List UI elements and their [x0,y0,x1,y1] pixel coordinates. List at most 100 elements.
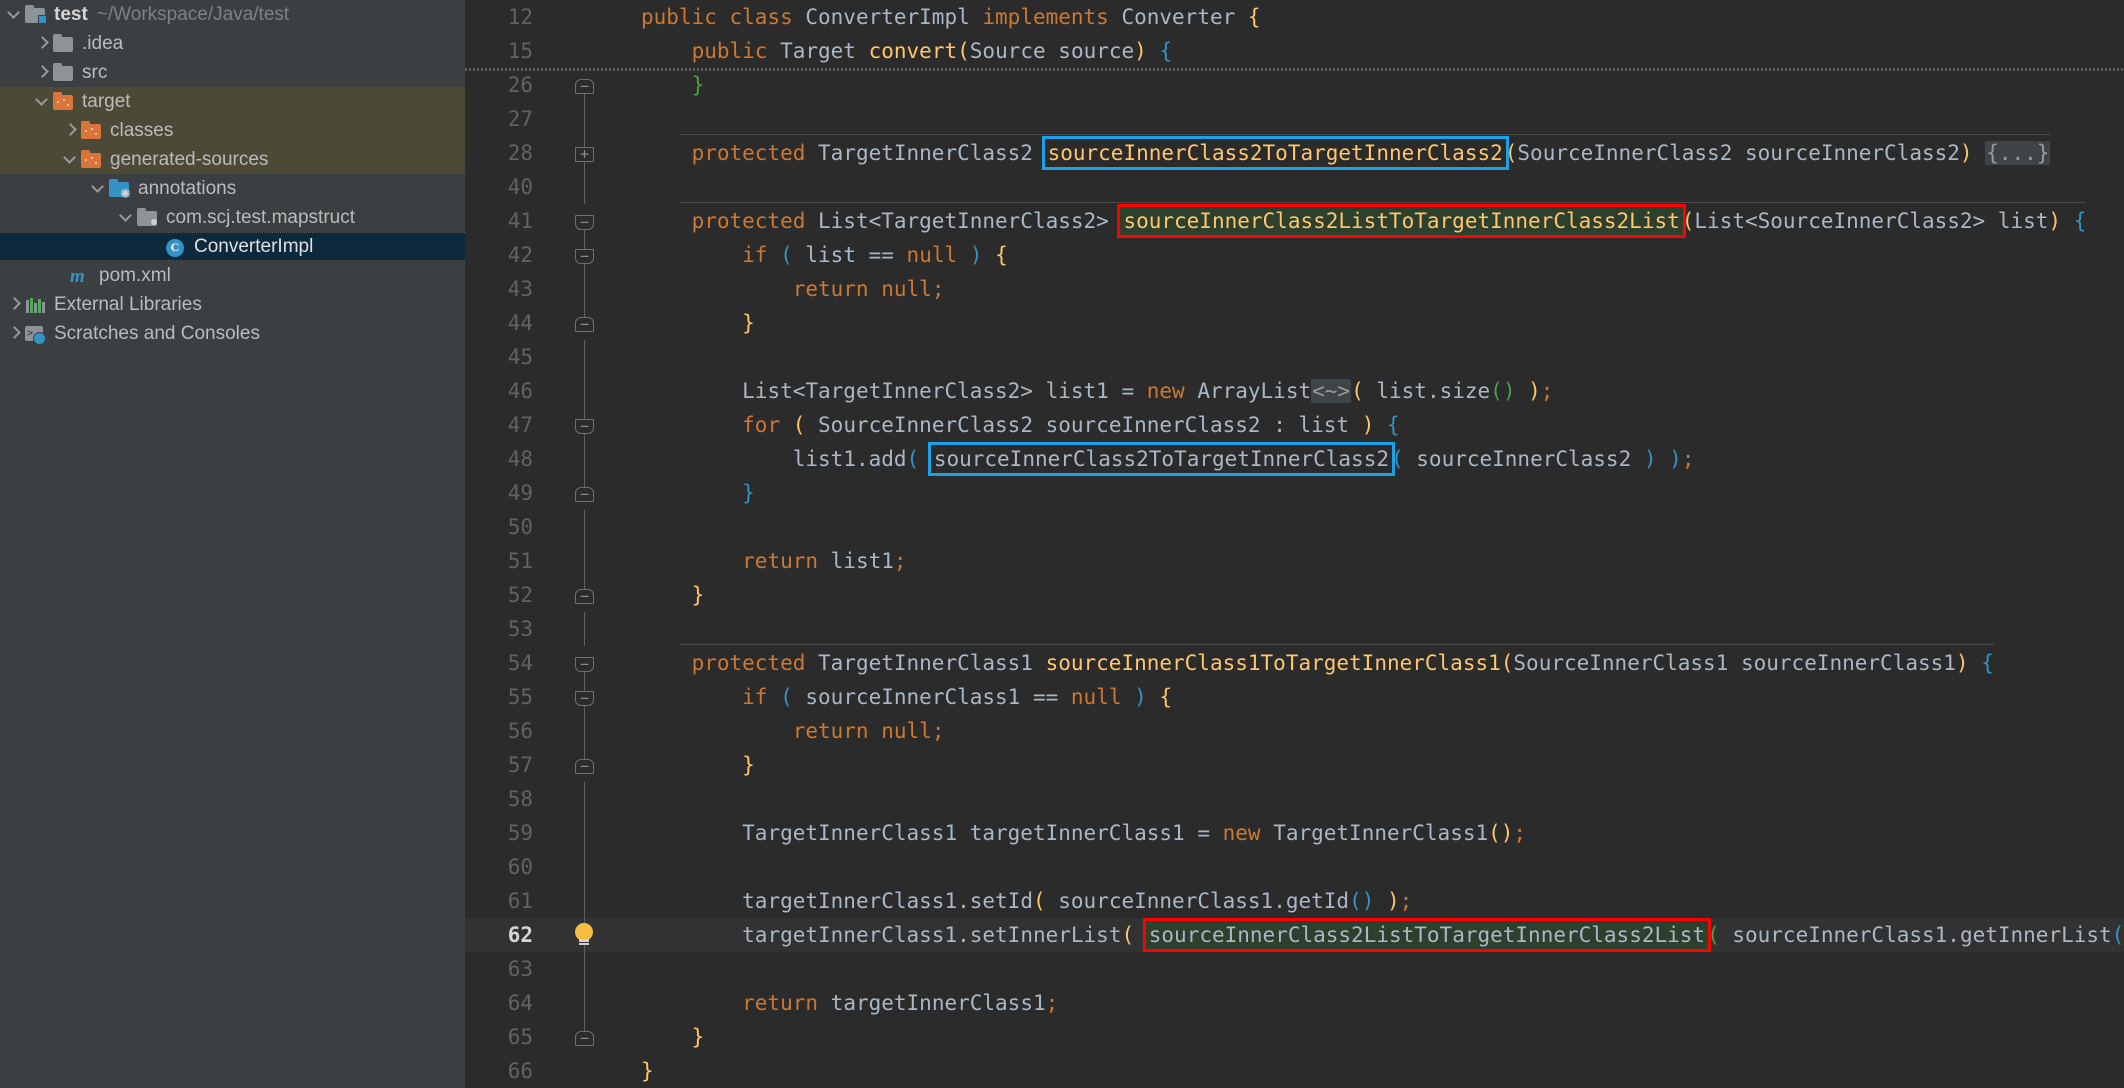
tree-item-external-libraries[interactable]: External Libraries [0,290,465,319]
chevron-down-icon[interactable] [118,209,135,226]
code-line[interactable]: 66 } [465,1054,2124,1088]
collapsed-diamond-chip[interactable]: <~> [1311,379,1352,403]
highlight-box-red-line62[interactable]: sourceInnerClass2ListToTargetInnerClass2… [1142,918,1712,952]
gutter[interactable] [547,374,625,408]
gutter[interactable] [547,442,625,476]
code-line[interactable]: 63 [465,952,2124,986]
fold-collapse-icon[interactable]: − [575,748,594,775]
fold-collapse-icon[interactable]: − [575,578,594,605]
gutter[interactable]: + [547,136,625,170]
gutter[interactable] [547,952,625,986]
code-line[interactable]: 65 − } [465,1020,2124,1054]
code-line[interactable]: 59 TargetInnerClass1 targetInnerClass1 =… [465,816,2124,850]
chevron-down-icon[interactable] [90,180,107,197]
gutter[interactable]: − [547,306,625,340]
project-tool-window[interactable]: test ~/Workspace/Java/test .idea src tar… [0,0,465,1088]
chevron-right-icon[interactable] [62,122,79,139]
collapsed-body-chip[interactable]: {...} [1985,141,2051,165]
gutter[interactable] [547,510,625,544]
code-line[interactable]: 45 [465,340,2124,374]
gutter[interactable]: − [547,646,625,688]
chevron-right-icon[interactable] [34,35,51,52]
code-line[interactable]: 43 return null; [465,272,2124,306]
fold-collapse-icon[interactable]: − [575,408,594,442]
fold-collapse-icon[interactable]: − [575,476,594,503]
fold-collapse-icon[interactable]: − [575,654,594,688]
code-line[interactable]: 26 − } [465,68,2124,110]
gutter[interactable] [547,272,625,306]
gutter[interactable] [547,340,625,374]
fold-collapse-icon[interactable]: − [575,212,594,246]
gutter[interactable]: − [547,1020,625,1054]
gutter[interactable] [547,544,625,578]
highlight-box-blue-line48[interactable]: sourceInnerClass2ToTargetInnerClass2 [927,442,1395,476]
tree-item-converterimpl[interactable]: C ConverterImpl [0,232,465,261]
gutter[interactable] [547,34,625,68]
code-line[interactable]: 28 + protected TargetInnerClass2 sourceI… [465,134,2124,170]
chevron-right-icon[interactable] [6,325,23,342]
code-line[interactable]: 46 List<TargetInnerClass2> list1 = new A… [465,374,2124,408]
code-line[interactable]: 64 return targetInnerClass1; [465,986,2124,1020]
gutter[interactable] [547,612,625,646]
code-line[interactable]: 48 list1.add( sourceInnerClass2ToTargetI… [465,442,2124,476]
gutter[interactable] [547,714,625,748]
fold-expand-icon[interactable]: + [575,136,594,170]
chevron-down-icon[interactable] [6,6,23,23]
code-line[interactable]: 27 [465,102,2124,136]
code-line[interactable]: 44 − } [465,306,2124,340]
gutter[interactable] [547,782,625,816]
tree-item-src[interactable]: src [0,58,465,87]
code-line[interactable]: 58 [465,782,2124,816]
fold-collapse-icon[interactable]: − [575,680,594,714]
code-line-caret[interactable]: 62 targetInnerClass1.setInnerList( sourc… [465,918,2124,952]
gutter[interactable] [547,102,625,136]
intention-bulb-icon[interactable] [571,923,597,949]
tree-item-classes[interactable]: classes [0,116,465,145]
gutter[interactable]: − [547,748,625,782]
gutter[interactable]: − [547,408,625,442]
code-line[interactable]: 50 [465,510,2124,544]
tree-item-test[interactable]: test ~/Workspace/Java/test [0,0,465,29]
code-line[interactable]: 57 − } [465,748,2124,782]
code-line[interactable]: 51 return list1; [465,544,2124,578]
chevron-right-icon[interactable] [6,296,23,313]
gutter[interactable] [547,816,625,850]
gutter[interactable]: − [547,204,625,246]
fold-collapse-icon[interactable]: − [575,238,594,272]
tree-item-generated-sources[interactable]: generated-sources [0,145,465,174]
highlight-box-blue-line28[interactable]: sourceInnerClass2ToTargetInnerClass2 [1041,136,1509,170]
gutter[interactable] [547,170,625,204]
gutter[interactable]: − [547,578,625,612]
chevron-right-icon[interactable] [34,64,51,81]
code-line[interactable]: 42 − if ( list == null ) { [465,238,2124,272]
code-line[interactable]: 12 public class ConverterImpl implements… [465,0,2124,34]
code-line[interactable]: 52 − } [465,578,2124,612]
gutter[interactable]: − [547,238,625,272]
tree-item-target[interactable]: target [0,87,465,116]
gutter[interactable] [547,850,625,884]
tree-item-scratches-and-consoles[interactable]: >_ Scratches and Consoles [0,319,465,348]
code-line[interactable]: 53 [465,612,2124,646]
code-editor[interactable]: 12 public class ConverterImpl implements… [465,0,2124,1088]
code-line[interactable]: 60 [465,850,2124,884]
gutter[interactable]: − [547,476,625,510]
code-line[interactable]: 61 targetInnerClass1.setId( sourceInnerC… [465,884,2124,918]
code-line[interactable]: 47 − for ( SourceInnerClass2 sourceInner… [465,408,2124,442]
tree-item-package[interactable]: com.scj.test.mapstruct [0,203,465,232]
chevron-down-icon[interactable] [62,151,79,168]
code-line[interactable]: 54 − protected TargetInnerClass1 sourceI… [465,644,2124,688]
fold-collapse-icon[interactable]: − [575,306,594,333]
code-line[interactable]: 40 [465,170,2124,204]
gutter[interactable]: − [547,68,625,110]
gutter[interactable] [547,884,625,918]
gutter[interactable] [547,0,625,34]
code-line[interactable]: 49 − } [465,476,2124,510]
chevron-down-icon[interactable] [34,93,51,110]
code-line[interactable]: 56 return null; [465,714,2124,748]
code-line[interactable]: 15 public Target convert(Source source) … [465,34,2124,68]
tree-item-annotations[interactable]: ✺ annotations [0,174,465,203]
gutter[interactable] [547,986,625,1020]
tree-item-idea[interactable]: .idea [0,29,465,58]
gutter[interactable] [547,1054,625,1088]
fold-collapse-icon[interactable]: − [575,76,594,110]
